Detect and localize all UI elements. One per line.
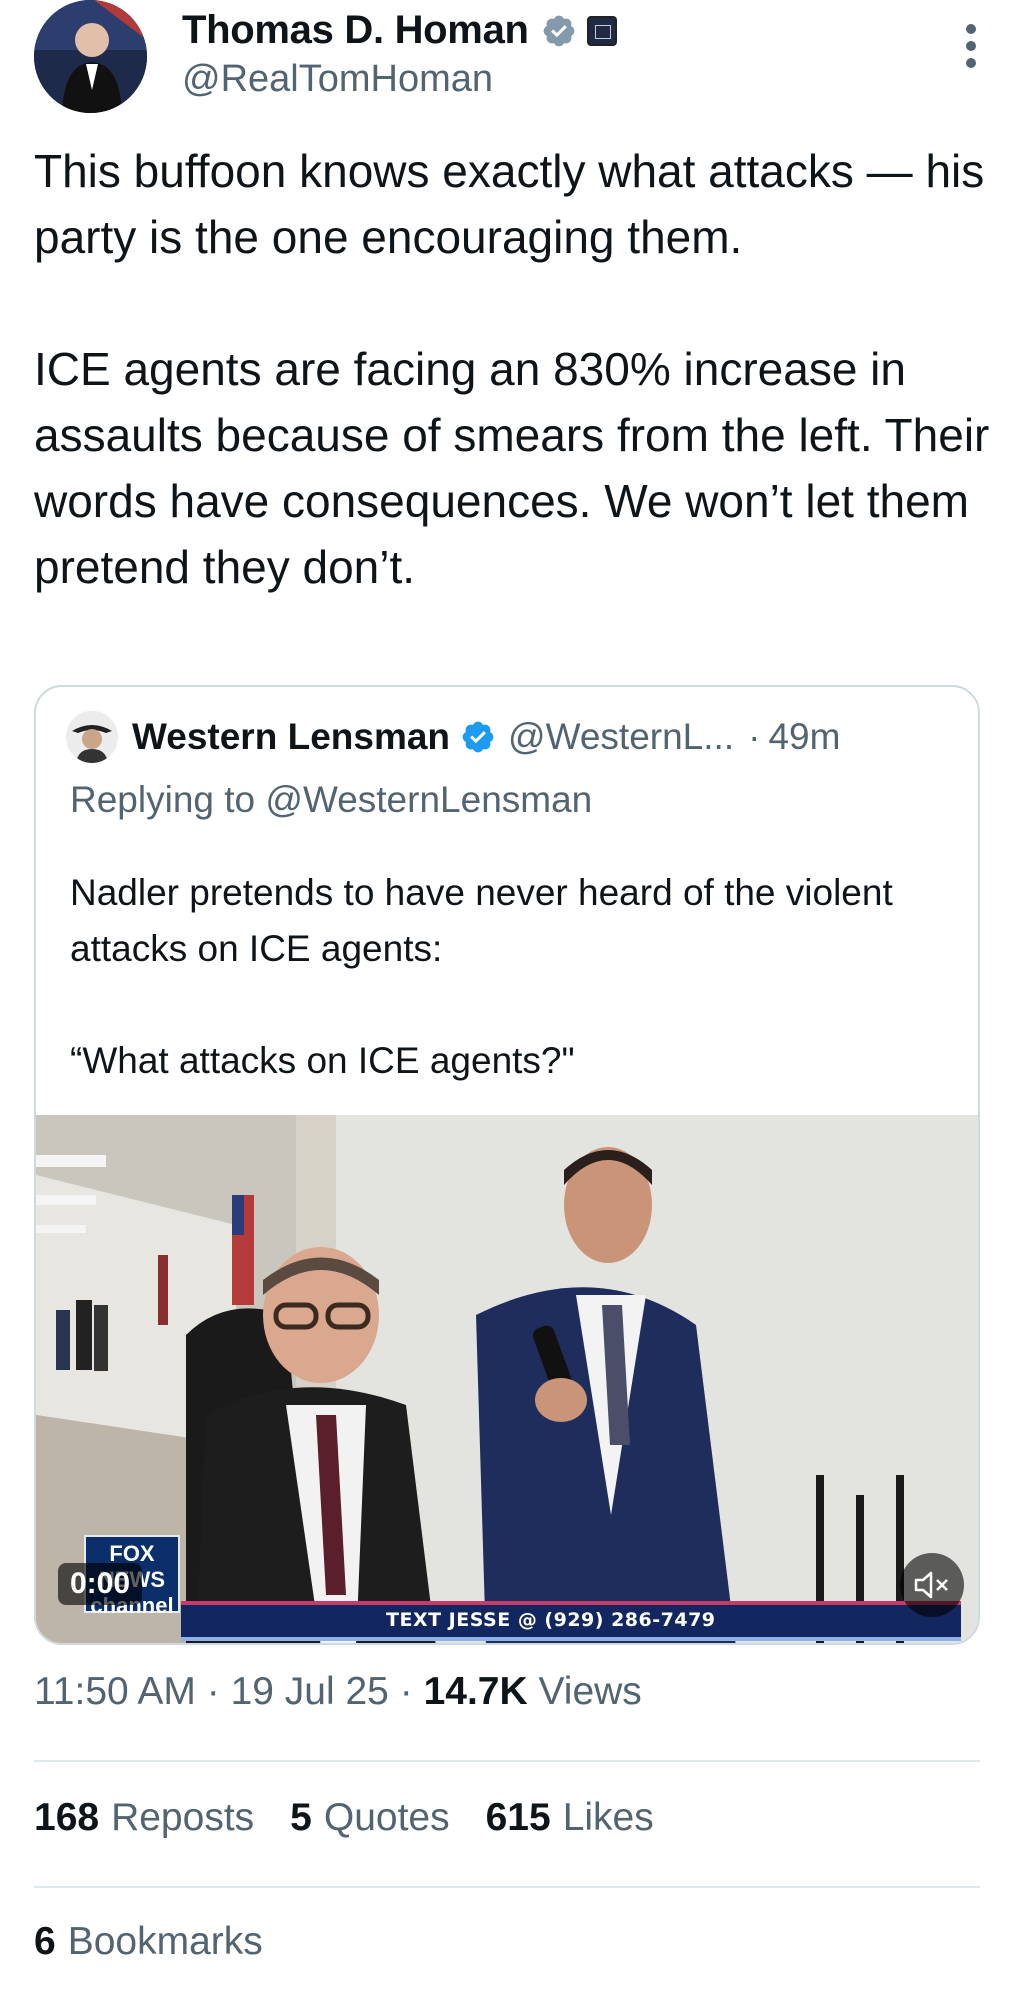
- author-handle[interactable]: @RealTomHoman: [182, 58, 493, 101]
- quotes-label: Quotes: [323, 1796, 450, 1839]
- muted-speaker-icon[interactable]: [900, 1553, 964, 1617]
- tweet-text: This buffoon knows exactly what attacks …: [34, 145, 990, 593]
- verified-badge-icon: [543, 15, 575, 46]
- quoted-tweet-text: Nadler pretends to have never heard of t…: [70, 872, 893, 1081]
- tweet-time[interactable]: 11:50 AM: [34, 1670, 196, 1713]
- likes-count: 615: [485, 1796, 551, 1839]
- author-name-row: Thomas D. Homan: [182, 8, 617, 53]
- views-count: 14.7K: [423, 1670, 528, 1713]
- verified-badge-icon: [462, 721, 494, 753]
- divider: [34, 1760, 980, 1762]
- dot: [966, 41, 976, 51]
- separator: ·: [399, 1670, 413, 1713]
- separator: ·: [748, 716, 761, 757]
- likes-stat[interactable]: 615 Likes: [486, 1796, 654, 1840]
- dot: [966, 24, 976, 34]
- government-affiliation-icon[interactable]: [586, 15, 617, 46]
- engagement-stats: 168 Reposts 5 Quotes 615 Likes: [34, 1796, 654, 1840]
- bookmarks-stat[interactable]: 6 Bookmarks: [34, 1920, 263, 1964]
- reposts-stat[interactable]: 168 Reposts: [34, 1796, 254, 1840]
- reposts-label: Reposts: [111, 1796, 255, 1839]
- tweet-date[interactable]: 19 Jul 25: [231, 1670, 389, 1713]
- video-ticker-text: TEXT JESSE @ (929) 286-7479: [386, 1609, 716, 1631]
- views-label: Views: [538, 1670, 642, 1713]
- author-avatar[interactable]: [34, 0, 147, 113]
- quoted-tweet-time: 49m: [768, 716, 841, 757]
- quoted-tweet-header: Western Lensman @WesternL... · 49m: [66, 711, 840, 763]
- quoted-author-avatar[interactable]: [66, 711, 118, 763]
- video-timestamp: 0:00: [58, 1563, 143, 1605]
- reposts-count: 168: [34, 1796, 100, 1839]
- more-options-icon[interactable]: [963, 24, 979, 68]
- quoted-author-handle[interactable]: @WesternL...: [508, 716, 734, 758]
- quoted-author-name[interactable]: Western Lensman: [132, 716, 450, 758]
- likes-label: Likes: [562, 1796, 654, 1839]
- separator: ·: [206, 1670, 220, 1713]
- tweet-meta: 11:50 AM · 19 Jul 25 · 14.7K Views: [34, 1670, 642, 1714]
- bookmarks-label: Bookmarks: [67, 1920, 263, 1963]
- replying-to[interactable]: Replying to @WesternLensman: [70, 779, 592, 821]
- video-player[interactable]: FOX NEWS channel TEXT JESSE @ (929) 286-…: [36, 1115, 978, 1643]
- bookmarks-count: 6: [34, 1920, 56, 1963]
- quoted-tweet-card[interactable]: Western Lensman @WesternL... · 49m Reply…: [34, 685, 980, 1645]
- tweet-header: Thomas D. Homan @RealTomHoman: [34, 0, 989, 120]
- divider: [34, 1886, 980, 1888]
- quotes-count: 5: [290, 1796, 312, 1839]
- dot: [966, 58, 976, 68]
- author-display-name[interactable]: Thomas D. Homan: [182, 8, 529, 53]
- quotes-stat[interactable]: 5 Quotes: [290, 1796, 449, 1840]
